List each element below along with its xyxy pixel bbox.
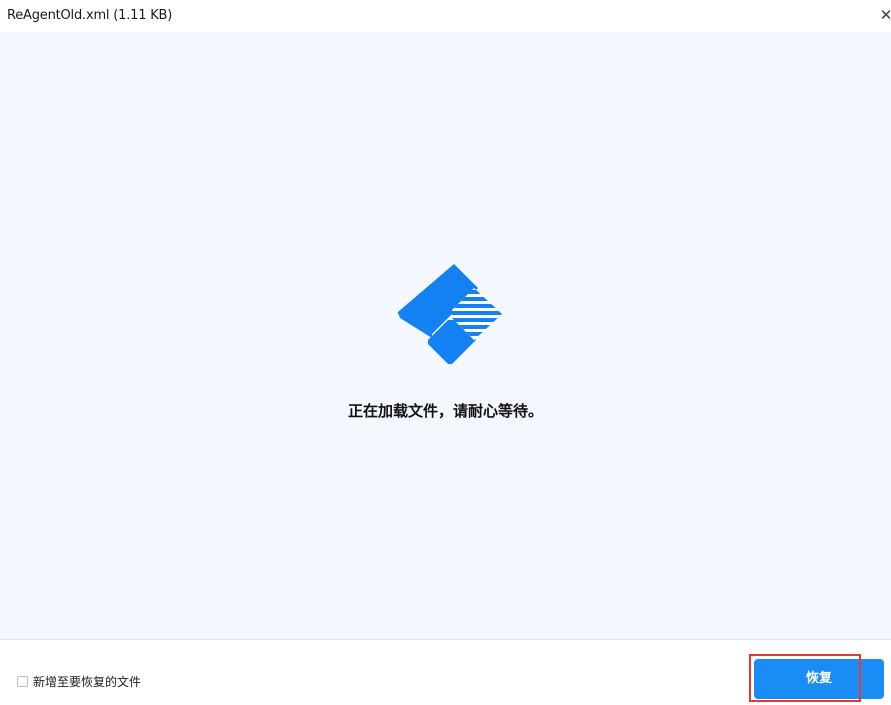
app-logo-icon [398, 264, 502, 364]
footer-bar: 新增至要恢复的文件 恢复 [0, 640, 891, 705]
recover-button[interactable]: 恢复 [754, 659, 884, 699]
window-title: ReAgentOld.xml (1.11 KB) [7, 8, 173, 23]
loading-message: 正在加载文件，请耐心等待。 [347, 402, 543, 420]
file-preview-window: ReAgentOld.xml (1.11 KB) ✕ 正在加载文件，请耐心等待。… [0, 0, 891, 705]
preview-area: 正在加载文件，请耐心等待。 [0, 32, 891, 639]
title-bar: ReAgentOld.xml (1.11 KB) ✕ [0, 0, 891, 32]
checkbox-box[interactable] [17, 676, 28, 687]
checkbox-label: 新增至要恢复的文件 [33, 675, 142, 689]
add-to-recover-checkbox[interactable]: 新增至要恢复的文件 [17, 673, 141, 690]
close-icon[interactable]: ✕ [879, 6, 891, 24]
